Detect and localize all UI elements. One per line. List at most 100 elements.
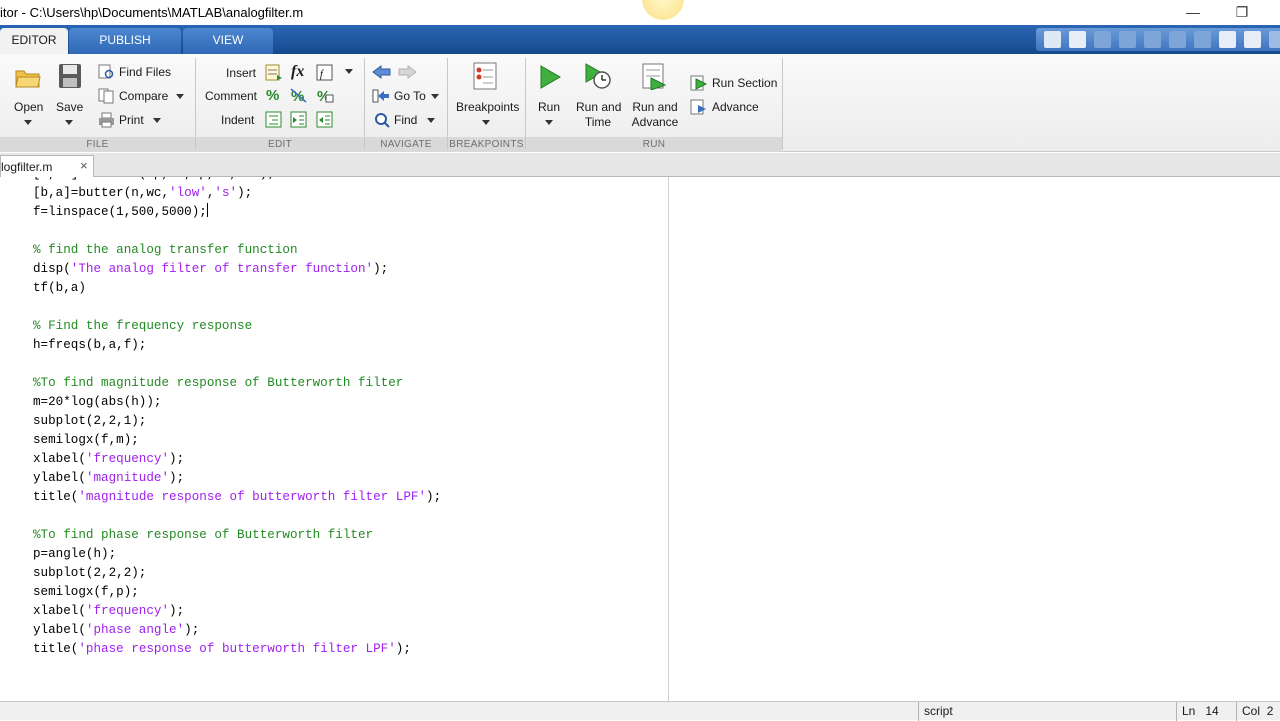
code-line[interactable]: ylabel('magnitude'); [33,469,184,488]
decrease-indent-icon[interactable] [316,111,334,128]
run-section-button[interactable]: Run Section [712,76,777,90]
status-bar: script Ln 14 Col 2 [0,701,1280,721]
smart-indent-icon[interactable] [265,111,283,128]
open-button[interactable]: Open [14,100,43,114]
open-dropdown-icon[interactable] [24,120,32,125]
copy-icon[interactable] [1119,31,1136,48]
code-line[interactable]: xlabel('frequency'); [33,602,184,621]
uncomment-icon[interactable]: % [290,87,308,104]
tab-view[interactable]: VIEW [183,28,273,54]
new-script-icon[interactable] [1044,31,1061,48]
code-line[interactable]: %To find phase response of Butterworth f… [33,526,373,545]
forward-arrow-icon[interactable] [397,64,417,80]
code-line[interactable]: % Find the frequency response [33,317,252,336]
code-line[interactable]: f=linspace(1,500,5000); [33,203,208,222]
code-line[interactable]: %To find magnitude response of Butterwor… [33,374,403,393]
open-folder-icon [15,70,41,88]
run-and-advance-label-2: Advance [631,115,679,129]
code-line[interactable]: title('magnitude response of butterworth… [33,488,441,507]
advance-icon [690,99,706,115]
find-button[interactable]: Find [394,113,417,127]
code-line[interactable]: semilogx(f,m); [33,431,139,450]
string-token: 'phase response of butterworth filter LP… [78,642,396,656]
run-and-advance-button[interactable]: Run and [630,100,680,114]
run-play-icon [540,65,561,89]
code-line[interactable]: p=angle(h); [33,545,116,564]
search-docs-icon[interactable] [1269,31,1280,48]
code-token: tf(b,a) [33,281,86,295]
breakpoints-section-label: BREAKPOINTS [448,137,525,152]
comment-token: % Find the frequency response [33,319,253,333]
run-and-time-icon [585,63,611,89]
right-margin-line [668,177,669,701]
switch-windows-icon[interactable] [1219,31,1236,48]
file-type-indicator: script [918,702,1176,721]
insert-dropdown-icon[interactable] [345,69,353,74]
window-title: itor - C:\Users\hp\Documents\MATLAB\anal… [0,5,304,20]
ribbon-tab-strip: EDITOR PUBLISH VIEW [0,25,1280,54]
advance-button[interactable]: Advance [712,100,759,114]
code-line[interactable]: xlabel('frequency'); [33,450,184,469]
breakpoints-dropdown-icon[interactable] [482,120,490,125]
run-dropdown-icon[interactable] [545,120,553,125]
print-dropdown-icon[interactable] [153,118,161,123]
code-line[interactable]: m=20*log(abs(h)); [33,393,161,412]
insert-function-button[interactable]: fx [291,63,304,81]
wrap-comments-icon[interactable]: % [316,87,334,104]
paste-icon[interactable] [1144,31,1161,48]
save-button[interactable]: Save [56,100,83,114]
comment-token: %To find phase response of Butterworth f… [33,528,374,542]
code-line[interactable]: % find the analog transfer function [33,241,298,260]
tab-editor[interactable]: EDITOR [0,28,68,54]
text-cursor [206,203,208,217]
compare-button[interactable]: Compare [119,89,168,103]
minimize-button[interactable]: — [1181,3,1205,21]
print-button[interactable]: Print [119,113,144,127]
comment-label: Comment [205,89,258,103]
code-line[interactable]: h=freqs(b,a,f); [33,336,146,355]
document-tab-bar: logfilter.m × [0,153,1280,177]
code-line[interactable]: disp('The analog filter of transfer func… [33,260,388,279]
increase-indent-icon[interactable] [290,111,308,128]
code-line[interactable]: [a,wc]=buttord(wp,ws,rp,rs,'s'); [33,177,275,184]
code-line[interactable]: tf(b,a) [33,279,86,298]
run-and-time-button[interactable]: Run and [576,100,621,114]
undo-icon[interactable] [1169,31,1186,48]
cut-icon[interactable] [1094,31,1111,48]
code-line[interactable]: [b,a]=butter(n,wc,'low','s'); [33,184,252,203]
redo-icon[interactable] [1194,31,1211,48]
insert-label: Insert [226,66,257,80]
find-dropdown-icon[interactable] [427,118,435,123]
help-icon[interactable] [1244,31,1261,48]
restore-button[interactable]: ❐ [1230,3,1254,21]
code-token: xlabel( [33,604,86,618]
code-editor[interactable]: [a,wc]=buttord(wp,ws,rp,rs,'s'); [b,a]=bu… [0,177,1280,701]
go-to-button[interactable]: Go To [394,89,426,103]
back-arrow-icon[interactable] [372,64,392,80]
go-to-dropdown-icon[interactable] [431,94,439,99]
run-button[interactable]: Run [538,100,560,114]
close-tab-icon[interactable]: × [80,158,88,173]
document-tab-name: logfilter.m [1,160,53,174]
col-label: Col [1242,704,1261,718]
find-files-icon [98,64,114,79]
run-and-advance-icon [642,63,667,90]
save-icon[interactable] [1069,31,1086,48]
toolstrip: Open Save Find Files Compare Print FILE [0,54,1280,152]
comment-percent-icon[interactable]: % [266,87,279,104]
code-line[interactable]: semilogx(f,p); [33,583,139,602]
breakpoints-button[interactable]: Breakpoints [456,100,519,114]
insert-fx-box-icon[interactable]: f [316,64,334,81]
ln-value: 14 [1205,704,1219,718]
code-line[interactable]: subplot(2,2,2); [33,564,146,583]
tab-publish[interactable]: PUBLISH [69,28,181,54]
save-dropdown-icon[interactable] [65,120,73,125]
compare-dropdown-icon[interactable] [176,94,184,99]
code-line[interactable]: subplot(2,2,1); [33,412,146,431]
document-tab[interactable]: logfilter.m × [0,155,94,177]
code-line[interactable]: ylabel('phase angle'); [33,621,199,640]
go-to-icon [372,89,389,103]
find-files-button[interactable]: Find Files [119,65,171,79]
insert-section-icon[interactable] [265,64,283,81]
code-line[interactable]: title('phase response of butterworth fil… [33,640,411,659]
